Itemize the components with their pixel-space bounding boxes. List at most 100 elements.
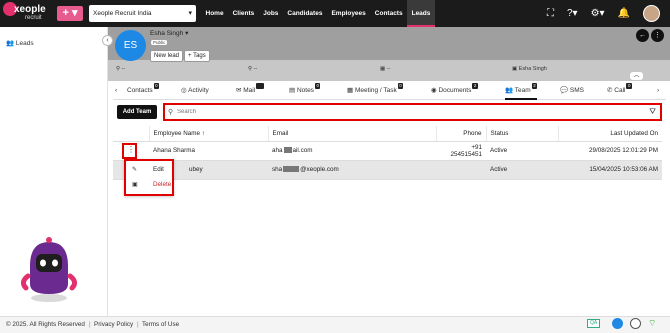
tab-count [256,83,265,89]
footer-divider: | [89,321,91,328]
back-icon[interactable]: ← [636,29,649,42]
delete-menu-item[interactable]: Delete [153,181,171,188]
col-last-updated[interactable]: Last Updated On [557,126,662,142]
tab-label: Call [614,87,626,94]
tab-count: 0 [626,83,632,89]
tab-team[interactable]: 👥 Team2 [505,83,538,100]
info-item-1: ⚲ -- [116,66,126,72]
cell-phone [436,160,486,180]
col-status[interactable]: Status [485,126,558,142]
tab-notes[interactable]: ▤ Notes0 [289,83,321,100]
profile-icon[interactable] [630,318,641,329]
nav-candidates[interactable]: Candidates [283,0,327,27]
col-employee-name[interactable]: Employee Name ↑ [148,126,268,142]
info-icon[interactable] [612,318,623,329]
info-item-2: ⚲ -- [248,66,258,72]
tab-contacts[interactable]: Contacts0 [127,83,160,100]
tab-sms[interactable]: 💬 SMS [560,83,584,100]
xeople-logo[interactable]: xeople recruit [3,2,55,24]
visibility-badge: Public [151,40,168,45]
team-table: Employee Name ↑ Email Phone Status Last … [113,126,662,180]
table-header-row: Employee Name ↑ Email Phone Status Last … [113,126,662,142]
chevron-down-icon: ▾ [185,30,189,37]
user-avatar[interactable] [643,5,660,22]
cell-status: Active [486,160,558,180]
col-email[interactable]: Email [267,126,436,142]
actions-header [113,126,149,142]
email-suffix: @xeople.com [300,166,339,173]
collapse-header-icon[interactable]: ︿ [630,72,643,80]
search-input[interactable] [177,107,637,117]
email-prefix: aha [272,147,283,154]
lead-name[interactable]: Esha Singh ▾ [150,29,188,37]
top-navbar: xeople recruit + ▾ Xeople Recruit India … [0,0,670,27]
nav-clients[interactable]: Clients [228,0,259,27]
nav-jobs[interactable]: Jobs [259,0,283,27]
table-row[interactable]: Ahana Sharma aha ail.com +91 254515451 Ac… [113,141,662,161]
nav-contacts[interactable]: Contacts [370,0,407,27]
info-value-2: -- [253,66,258,72]
email-suffix: ail.com [292,147,313,154]
sidebar-item-leads[interactable]: 👥 Leads [6,39,34,47]
tab-label: SMS [569,87,584,94]
trash-icon: ▣ [132,182,138,188]
kebab-menu-icon[interactable]: ⋮ [127,145,135,154]
company-selector[interactable]: Xeople Recruit India ▾ [89,5,196,22]
tab-label: Mail [243,87,256,94]
help-icon[interactable]: ?▾ [567,8,578,19]
cell-updated: 15/04/2025 10:53:06 AM [558,160,662,180]
email-prefix: sha [272,166,283,173]
info-item-4: ▣ Esha Singh [512,66,547,72]
settings-icon[interactable]: ⚙▾ [591,8,605,19]
terms-link[interactable]: Terms of Use [142,321,179,328]
tab-call[interactable]: ✆ Call0 [607,83,632,100]
tab-count: 0 [397,83,404,89]
bell-icon[interactable]: 🔔 [618,8,630,19]
row-action-menu: ✎ Edit ▣ Delete [124,159,174,196]
tabs-scroll-right-icon[interactable]: › [657,83,659,100]
logo-sub: recruit [25,15,42,21]
footer: © 2025. All Rights Reserved | Privacy Po… [0,316,670,333]
tab-count: 2 [472,83,478,89]
table-row[interactable]: ubey sha @xeople.com Active 15/04/2025 10… [113,160,662,180]
tab-documents[interactable]: ◉ Documents2 [431,83,478,100]
privacy-policy-link[interactable]: Privacy Policy [94,321,133,328]
tab-meeting-task[interactable]: ▦ Meeting / Task0 [347,83,404,100]
redaction-mask [283,147,292,154]
search-bar: ⚲ ⛛ [163,103,662,121]
info-value-4: Esha Singh [518,66,547,72]
nav-employees[interactable]: Employees [327,0,370,27]
add-team-button[interactable]: Add Team [117,105,157,119]
lead-avatar: ES [115,30,146,61]
sidebar-collapse-button[interactable]: ‹ [102,35,113,46]
fullscreen-icon[interactable]: ⛶ [547,8,554,19]
nav-leads[interactable]: Leads [407,0,435,27]
quick-add-button[interactable]: + ▾ [57,6,83,21]
filter-icon[interactable]: ⛛ [649,107,656,117]
tab-label: Activity [188,87,209,94]
tab-mail[interactable]: ✉ Mail [236,83,265,100]
tab-count: 2 [531,83,538,89]
assistant-mascot[interactable] [18,236,80,304]
tags-button[interactable]: + Tags [184,50,210,62]
env-badge: QA [587,319,601,328]
new-lead-button[interactable]: New lead [150,50,184,62]
info-value-1: -- [121,66,126,72]
lead-tabs: ‹ Contacts0 ◎ Activity ✉ Mail ▤ Notes0 ▦… [113,83,666,100]
cell-updated: 29/08/2025 12:01:29 PM [558,141,662,161]
info-item-3: ▦ -- [380,66,391,72]
more-options-icon[interactable]: ⋮ [651,29,664,42]
cell-email: sha @xeople.com [268,160,436,180]
col-phone[interactable]: Phone [435,126,486,142]
nav-home[interactable]: Home [201,0,228,27]
people-icon: 👥 [6,40,15,47]
tab-activity[interactable]: ◎ Activity [181,83,209,100]
main-nav: Home Clients Jobs Candidates Employees C… [201,0,435,27]
edit-icon: ✎ [132,167,138,173]
cell-status: Active [486,141,558,161]
tab-count: 0 [314,83,321,89]
tab-label: Contacts [127,87,153,94]
edit-menu-item[interactable]: Edit [153,166,164,173]
tabs-scroll-left-icon[interactable]: ‹ [115,83,117,100]
logo-word: xeople [14,4,46,15]
